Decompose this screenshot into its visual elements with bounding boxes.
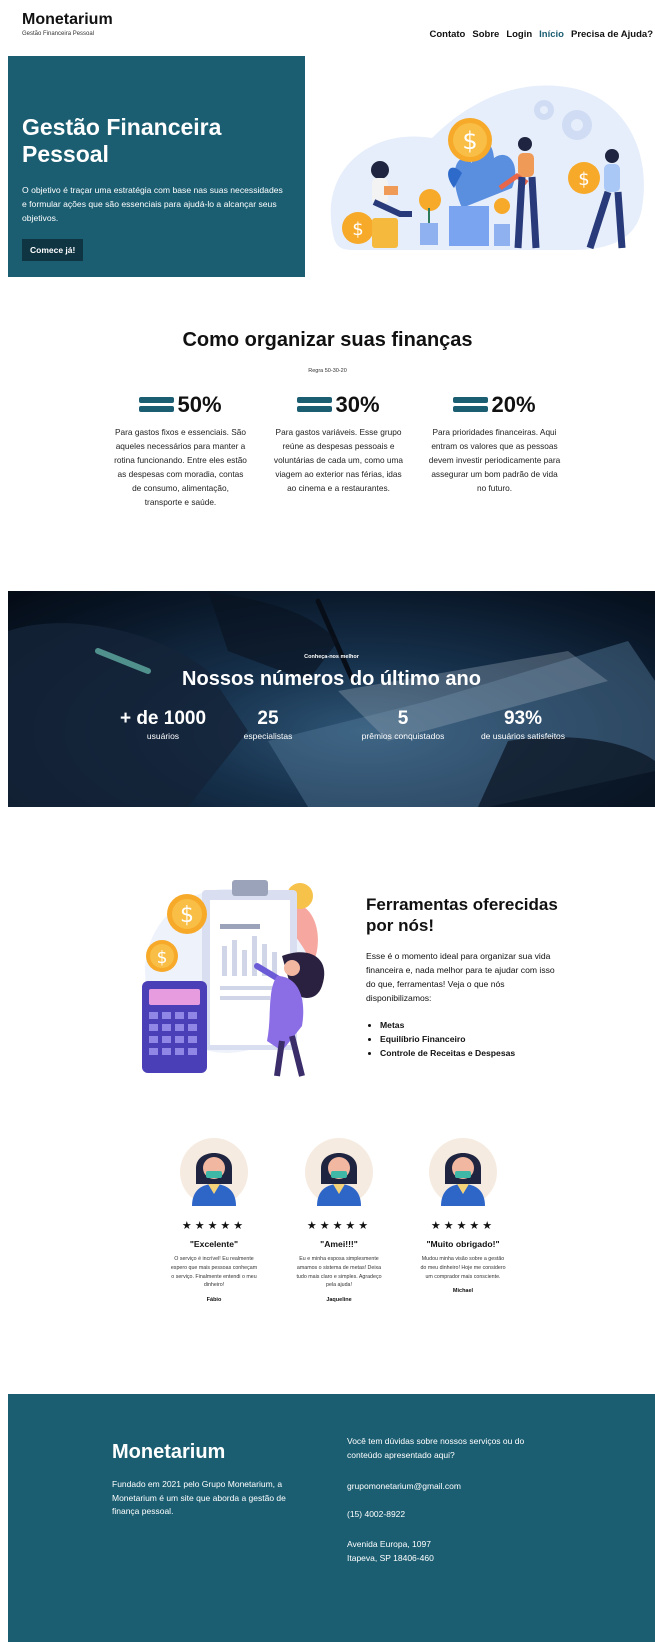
tools-list-item: Equilíbrio Financeiro bbox=[380, 1032, 515, 1046]
rating-stars: ★★★★★ bbox=[181, 1220, 247, 1232]
footer-address-line1: Avenida Europa, 1097 bbox=[347, 1539, 431, 1549]
rule-title: Como organizar suas finanças bbox=[182, 329, 473, 351]
nav-contato[interactable]: Contato bbox=[429, 29, 465, 40]
svg-text:$: $ bbox=[180, 903, 194, 928]
footer-address: Avenida Europa, 1097 Itapeva, SP 18406-4… bbox=[347, 1538, 434, 1565]
stats-kicker: Conheça-nos melhor bbox=[304, 654, 359, 660]
svg-text:$: $ bbox=[578, 169, 589, 190]
stat-number: 25 bbox=[257, 708, 279, 729]
testimonial-author: Jaqueline bbox=[326, 1297, 352, 1304]
hero-panel: Gestão Financeira Pessoal O objetivo é t… bbox=[8, 56, 305, 277]
testimonial-card: ★★★★★ "Muito obrigado!" Mudou minha visã… bbox=[413, 1138, 513, 1294]
avatar-icon bbox=[429, 1138, 497, 1206]
stats-title: Nossos números do último ano bbox=[182, 668, 481, 690]
svg-text:$: $ bbox=[462, 127, 477, 155]
rule-percent: 50% bbox=[177, 392, 222, 417]
stat-number: 5 bbox=[397, 708, 409, 729]
tools-list: Metas Equilíbrio Financeiro Controle de … bbox=[380, 1018, 515, 1060]
rule-description: Para gastos fixos e essenciais. São aque… bbox=[114, 427, 247, 507]
rule-column-50: 50% Para gastos fixos e essenciais. São … bbox=[113, 390, 248, 509]
stat-awards: 5 prêmios conquistados bbox=[343, 708, 463, 741]
rule-column-20: 20% Para prioridades financeiras. Aqui e… bbox=[427, 390, 562, 495]
stats-overlay bbox=[8, 591, 655, 807]
footer-about: Fundado em 2021 pelo Grupo Monetarium, a… bbox=[112, 1479, 286, 1516]
stat-specialists: 25 especialistas bbox=[228, 708, 308, 741]
brand-title[interactable]: Monetarium bbox=[22, 12, 113, 28]
svg-text:$: $ bbox=[157, 948, 168, 968]
rule-description: Para prioridades financeiras. Aqui entra… bbox=[428, 427, 561, 493]
calculator-icon bbox=[142, 981, 207, 1073]
testimonial-card: ★★★★★ "Excelente" O serviço é incrível! … bbox=[164, 1138, 264, 1303]
stat-label: de usuários satisfeitos bbox=[480, 731, 566, 741]
avatar-icon bbox=[305, 1138, 373, 1206]
testimonial-author: Michael bbox=[452, 1288, 474, 1295]
tools-illustration: $ $ bbox=[142, 880, 325, 1077]
stat-users: + de 1000 usuários bbox=[103, 708, 223, 741]
footer-phone: (15) 4002-8922 bbox=[347, 1509, 406, 1519]
equal-bars-icon bbox=[139, 396, 175, 414]
hero-illustration: $ $ $ bbox=[330, 85, 644, 250]
stat-number: + de 1000 bbox=[119, 708, 207, 729]
hero-text: O objetivo é traçar uma estratégia com b… bbox=[22, 185, 283, 223]
hero-title: Gestão Financeira Pessoal bbox=[22, 114, 222, 167]
stats-banner: Conheça-nos melhor Nossos números do últ… bbox=[8, 591, 655, 807]
stat-label: usuários bbox=[146, 731, 180, 741]
stat-label: especialistas bbox=[243, 731, 293, 741]
testimonial-title: "Muito obrigado!" bbox=[426, 1239, 500, 1249]
testimonial-text: Eu e minha esposa simplesmente amamos o … bbox=[296, 1256, 382, 1289]
site-footer: Monetarium Fundado em 2021 pelo Grupo Mo… bbox=[8, 1394, 655, 1642]
main-nav: Contato Sobre Login Início Precisa de Aj… bbox=[429, 29, 653, 40]
footer-email-link[interactable]: grupomonetarium@gmail.com bbox=[347, 1481, 461, 1491]
equal-bars-icon bbox=[453, 396, 489, 414]
stat-label: prêmios conquistados bbox=[361, 731, 445, 741]
nav-inicio[interactable]: Início bbox=[539, 29, 564, 40]
site-header: Monetarium Gestão Financeira Pessoal Con… bbox=[0, 0, 655, 52]
footer-question: Você tem dúvidas sobre nossos serviços o… bbox=[347, 1436, 525, 1460]
tools-title: Ferramentas oferecidas por nós! bbox=[366, 895, 558, 935]
testimonial-text: O serviço é incrível! Eu realmente esper… bbox=[170, 1256, 258, 1289]
rule-percent: 30% bbox=[335, 392, 380, 417]
footer-brand: Monetarium bbox=[112, 1441, 226, 1463]
testimonial-text: Mudou minha visão sobre a gestão do meu … bbox=[420, 1256, 506, 1280]
tools-list-item: Controle de Receitas e Despesas bbox=[380, 1046, 515, 1060]
nav-sobre[interactable]: Sobre bbox=[472, 29, 499, 40]
svg-text:$: $ bbox=[352, 219, 363, 240]
testimonial-title: "Amei!!!" bbox=[320, 1239, 358, 1249]
brand[interactable]: Monetarium Gestão Financeira Pessoal bbox=[22, 12, 113, 38]
rule-subtitle: Regra 50-30-20 bbox=[308, 368, 347, 374]
nav-login[interactable]: Login bbox=[506, 29, 532, 40]
tools-list-item: Metas bbox=[380, 1018, 515, 1032]
brand-tagline: Gestão Financeira Pessoal bbox=[22, 31, 95, 37]
rating-stars: ★★★★★ bbox=[306, 1220, 372, 1232]
rule-percent: 20% bbox=[491, 392, 536, 417]
equal-bars-icon bbox=[297, 396, 333, 414]
start-button[interactable]: Comece já! bbox=[22, 239, 84, 261]
avatar-icon bbox=[180, 1138, 248, 1206]
nav-ajuda[interactable]: Precisa de Ajuda? bbox=[571, 29, 653, 40]
stat-satisfaction: 93% de usuários satisfeitos bbox=[463, 708, 583, 741]
testimonial-title: "Excelente" bbox=[189, 1239, 239, 1249]
rating-stars: ★★★★★ bbox=[430, 1220, 496, 1232]
rule-description: Para gastos variáveis. Esse grupo reúne … bbox=[273, 427, 404, 493]
footer-address-line2: Itapeva, SP 18406-460 bbox=[347, 1552, 434, 1563]
stat-number: 93% bbox=[503, 708, 543, 729]
rule-column-30: 30% Para gastos variáveis. Esse grupo re… bbox=[271, 390, 406, 495]
tools-text: Esse é o momento ideal para organizar su… bbox=[366, 951, 555, 1003]
testimonial-author: Fábio bbox=[206, 1297, 222, 1304]
testimonial-card: ★★★★★ "Amei!!!" Eu e minha esposa simple… bbox=[289, 1138, 389, 1303]
